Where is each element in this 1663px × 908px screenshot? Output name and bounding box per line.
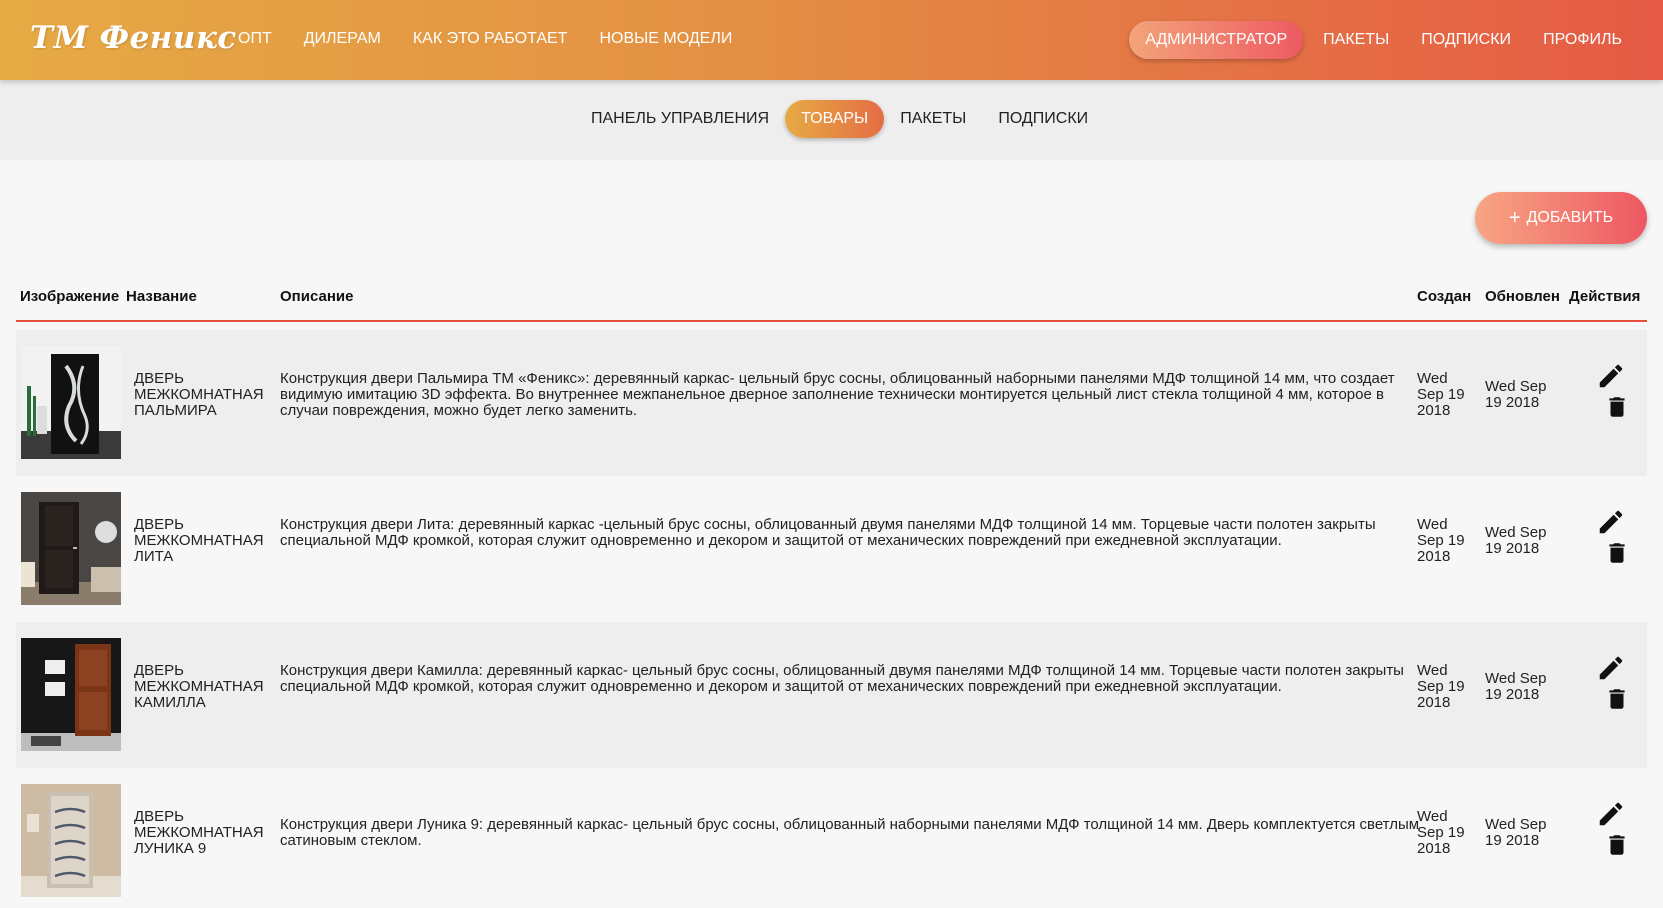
nav-link-profile[interactable]: Профиль [1527, 22, 1638, 58]
pencil-icon[interactable] [1596, 361, 1626, 391]
admin-subnav-bar: Панель управления Товары Пакеты Подписки [0, 80, 1663, 160]
nav-link-dealers[interactable]: Дилерам [288, 21, 397, 57]
product-description: Конструкция двери Пальмира ТМ «Феникс»: … [280, 370, 1395, 419]
column-header-created[interactable]: Создан [1417, 288, 1471, 305]
product-image [21, 638, 121, 751]
product-image [21, 346, 121, 459]
nav-link-admin[interactable]: Администратор [1129, 21, 1304, 59]
product-image [21, 784, 121, 897]
row-actions [1596, 799, 1636, 861]
product-name: Дверь межкомнатная Лита [134, 516, 264, 565]
product-name: Дверь межкомнатная Камилла [134, 662, 264, 711]
table-row[interactable]: Дверь межкомнатная Лита Конструкция двер… [16, 476, 1647, 622]
row-actions [1596, 361, 1636, 423]
product-updated: Wed Sep 19 2018 [1485, 378, 1547, 411]
column-header-updated[interactable]: Обновлен [1485, 288, 1560, 305]
trash-icon[interactable] [1604, 685, 1634, 715]
table-row[interactable]: Дверь межкомнатная Камилла Конструкция д… [16, 622, 1647, 768]
tab-dashboard[interactable]: Панель управления [575, 100, 785, 138]
product-updated: Wed Sep 19 2018 [1485, 524, 1547, 557]
product-created: Wed Sep 19 2018 [1417, 808, 1465, 857]
pencil-icon[interactable] [1596, 653, 1626, 683]
main-nav: Опт Дилерам Как это работает Новые модел… [222, 0, 748, 80]
column-header-actions: Действия [1569, 288, 1641, 305]
top-navbar: ТМ Феникс Опт Дилерам Как это работает Н… [0, 0, 1663, 80]
tab-products[interactable]: Товары [785, 100, 885, 138]
pencil-icon[interactable] [1596, 799, 1626, 829]
nav-link-how-it-works[interactable]: Как это работает [397, 21, 584, 57]
product-created: Wed Sep 19 2018 [1417, 662, 1465, 711]
nav-link-new-models[interactable]: Новые модели [583, 21, 748, 57]
trash-icon[interactable] [1604, 393, 1634, 423]
product-updated: Wed Sep 19 2018 [1485, 670, 1547, 703]
add-product-button[interactable]: + Добавить [1475, 192, 1647, 244]
column-header-image[interactable]: Изображение [20, 288, 119, 305]
row-actions [1596, 507, 1636, 569]
user-nav: Администратор Пакеты Подписки Профиль [1129, 0, 1638, 80]
admin-subnav: Панель управления Товары Пакеты Подписки [575, 100, 1104, 138]
product-created: Wed Sep 19 2018 [1417, 516, 1465, 565]
column-header-description[interactable]: Описание [280, 288, 353, 305]
tab-packages[interactable]: Пакеты [884, 100, 982, 138]
row-actions [1596, 653, 1636, 715]
product-image [21, 492, 121, 605]
product-updated: Wed Sep 19 2018 [1485, 816, 1547, 849]
product-description: Конструкция двери Лита: деревянный карка… [280, 516, 1376, 549]
product-description: Конструкция двери Луника 9: деревянный к… [280, 816, 1420, 849]
table-row[interactable]: Дверь межкомнатная Луника 9 Конструкция … [16, 768, 1647, 908]
trash-icon[interactable] [1604, 831, 1634, 861]
pencil-icon[interactable] [1596, 507, 1626, 537]
table-header: Изображение Название Описание Создан Обн… [16, 282, 1647, 322]
column-header-name[interactable]: Название [126, 288, 197, 305]
product-name: Дверь межкомнатная Пальмира [134, 370, 264, 419]
nav-link-packages[interactable]: Пакеты [1307, 22, 1405, 58]
plus-icon: + [1508, 207, 1521, 229]
table-row[interactable]: Дверь межкомнатная Пальмира Конструкция … [16, 330, 1647, 476]
tab-subscriptions[interactable]: Подписки [982, 100, 1104, 138]
product-name: Дверь межкомнатная Луника 9 [134, 808, 264, 857]
trash-icon[interactable] [1604, 539, 1634, 569]
add-button-label: Добавить [1526, 209, 1614, 226]
products-table: Изображение Название Описание Создан Обн… [16, 282, 1647, 908]
nav-link-subscriptions[interactable]: Подписки [1405, 22, 1527, 58]
brand-logo[interactable]: ТМ Феникс [30, 20, 237, 56]
nav-link-opt[interactable]: Опт [222, 21, 288, 57]
product-description: Конструкция двери Камилла: деревянный ка… [280, 662, 1404, 695]
product-created: Wed Sep 19 2018 [1417, 370, 1465, 419]
